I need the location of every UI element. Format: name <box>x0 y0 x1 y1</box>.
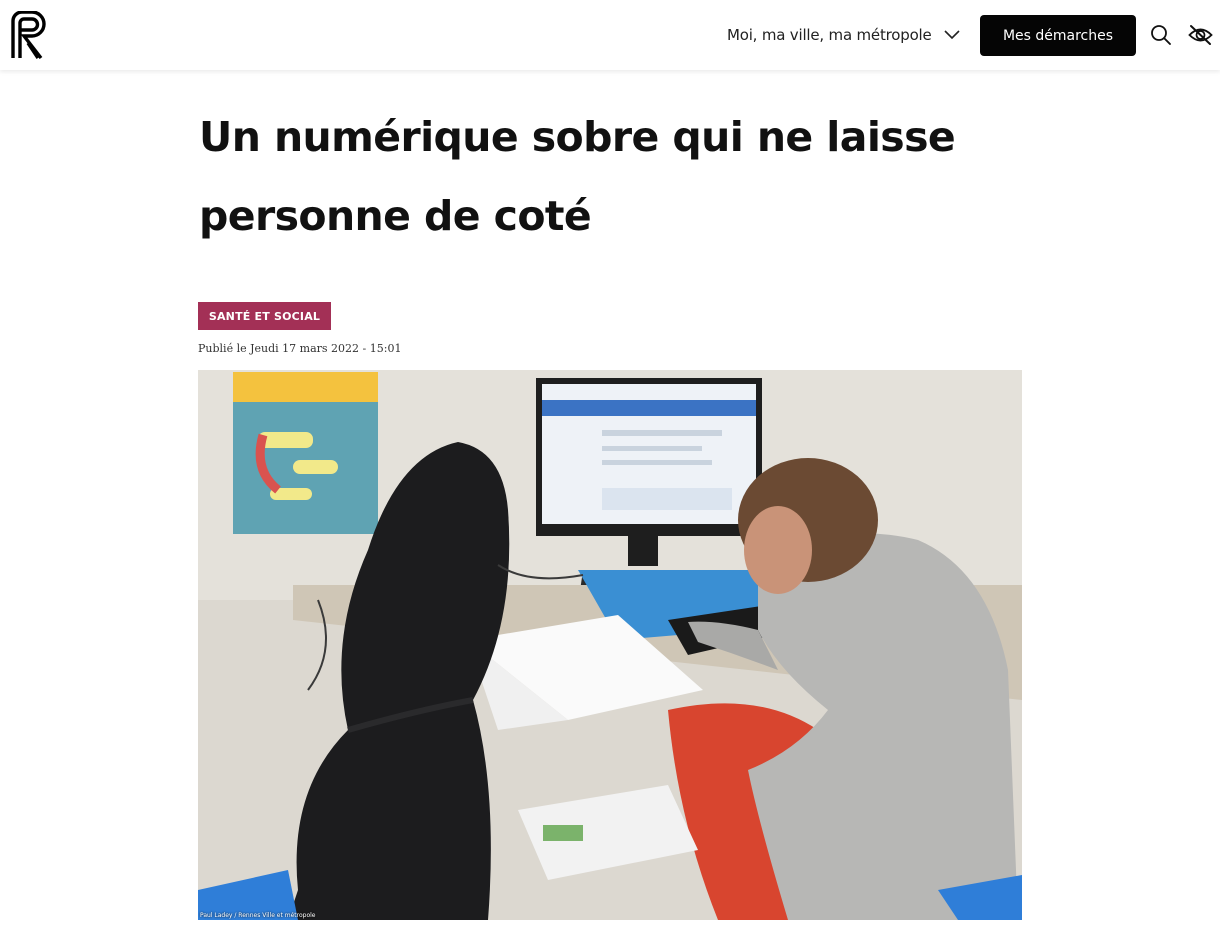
eye-slash-icon[interactable] <box>1188 24 1213 46</box>
search-icon[interactable] <box>1150 24 1172 46</box>
site-header: Moi, ma ville, ma métropole Mes démarche… <box>0 0 1220 70</box>
main-nav-label: Moi, ma ville, ma métropole <box>727 26 932 44</box>
article-photo: Paul Ladey / Rennes Ville et métropole <box>198 370 1022 920</box>
publication-date: Publié le Jeudi 17 mars 2022 - 15:01 <box>198 342 402 355</box>
photo-illustration <box>198 370 1022 920</box>
category-tag[interactable]: SANTÉ ET SOCIAL <box>198 302 331 330</box>
photo-credit: Paul Ladey / Rennes Ville et métropole <box>200 912 316 919</box>
mes-demarches-button[interactable]: Mes démarches <box>980 15 1136 56</box>
main-nav-dropdown[interactable]: Moi, ma ville, ma métropole <box>727 22 960 48</box>
rennes-logo[interactable] <box>10 11 50 59</box>
article-title: Un numérique sobre qui ne laisse personn… <box>199 113 956 240</box>
chevron-down-icon <box>943 30 960 40</box>
